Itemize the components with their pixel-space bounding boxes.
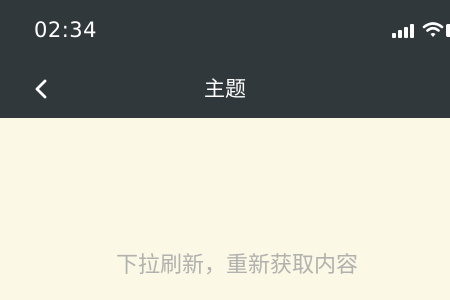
status-icons xyxy=(380,20,450,40)
page-title: 主题 xyxy=(204,77,246,101)
status-time: 02:34 xyxy=(34,18,98,42)
topic-content-area[interactable]: 下拉刷新，重新获取内容 xyxy=(0,118,450,300)
wifi-icon xyxy=(422,21,444,39)
battery-icon xyxy=(446,24,450,37)
signal-icon xyxy=(392,20,416,40)
status-bar: 02:34 xyxy=(0,0,450,60)
pull-refresh-hint: 下拉刷新，重新获取内容 xyxy=(116,253,359,278)
phone-screen: 02:34 主题 下拉刷新，重新获取内容 xyxy=(0,0,450,300)
navigation-bar: 主题 xyxy=(0,60,450,118)
